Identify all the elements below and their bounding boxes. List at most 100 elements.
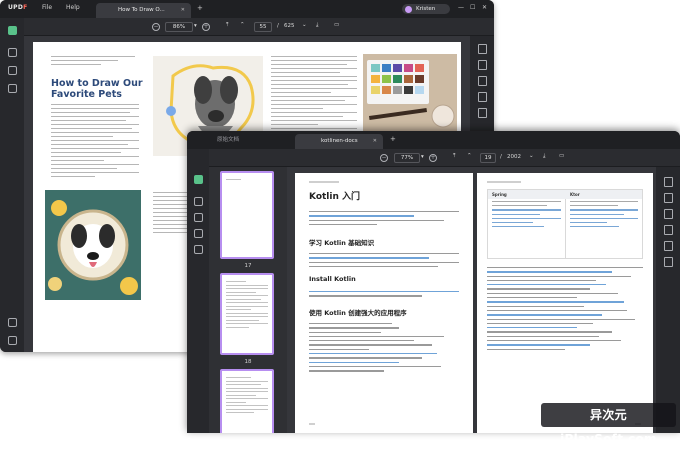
comment-icon[interactable] [194, 197, 203, 206]
search-icon[interactable] [478, 44, 487, 54]
left-sidebar [0, 18, 24, 352]
thumbnail-panel[interactable]: 17 18 19 [209, 167, 287, 433]
page-separator: / [500, 154, 502, 160]
thumbnail-number: 18 [244, 359, 252, 365]
paragraph [51, 56, 135, 68]
user-name: Kristen [416, 6, 436, 12]
presentation-icon[interactable]: ▭ [334, 22, 339, 28]
tab-document[interactable]: How To Draw O... ✕ [96, 3, 191, 18]
protect-icon[interactable] [478, 92, 487, 102]
zoom-in-button[interactable]: + [202, 23, 210, 31]
menu-help[interactable]: Help [66, 4, 80, 11]
embroidery-dog-image [45, 190, 141, 300]
reader-icon[interactable] [194, 175, 203, 184]
page-title: How to Draw Our Favorite Pets [51, 78, 143, 100]
paragraph [309, 291, 459, 300]
toolbar: − 77% ▾ + ⤒ ⌃ 19 / 2002 ⌄ ⤓ ▭ [187, 149, 680, 167]
numbered-list [309, 323, 459, 375]
export-icon[interactable] [478, 60, 487, 70]
comparison-table: Spring Ktor [487, 189, 643, 259]
reader-icon[interactable] [8, 26, 17, 35]
app-logo: UPDF [8, 4, 28, 11]
thumbnail-page-19[interactable] [220, 369, 274, 433]
zoom-out-button[interactable]: − [380, 154, 388, 162]
new-tab-button[interactable]: + [197, 4, 203, 12]
export-icon[interactable] [664, 193, 673, 203]
share-icon[interactable] [478, 108, 487, 118]
next-page-icon[interactable]: ⌄ [529, 153, 534, 159]
page-breadcrumb [487, 181, 521, 183]
paint-palette-image [363, 54, 457, 134]
right-sidebar [656, 167, 680, 433]
search-icon[interactable] [664, 177, 673, 187]
thumbnail-number: 17 [244, 263, 252, 269]
title-bar: UPDF File Help How To Draw O... ✕ + Kris… [0, 0, 494, 18]
share-icon[interactable] [664, 241, 673, 251]
last-page-icon[interactable]: ⤓ [543, 153, 545, 160]
ocr-icon[interactable] [194, 245, 203, 254]
next-page-icon[interactable]: ⌄ [302, 22, 307, 28]
tab-kotlin-docs[interactable]: kotlinen-docs ✕ [295, 134, 383, 149]
left-sidebar [187, 149, 209, 433]
heading-kotlin-basics: 学习 Kotlin 基础知识 [309, 239, 375, 247]
title-bar: 原始文档 kotlinen-docs ✕ + [187, 131, 680, 149]
zoom-out-button[interactable]: − [152, 23, 160, 31]
tab-original-document[interactable]: 原始文档 [217, 135, 239, 143]
page-organize-icon[interactable] [194, 229, 203, 238]
maximize-button[interactable]: ☐ [470, 4, 475, 11]
dog-portrait-icon [45, 190, 141, 300]
new-tab-button[interactable]: + [390, 135, 396, 143]
close-icon[interactable]: ✕ [181, 7, 185, 13]
print-icon[interactable] [478, 76, 487, 86]
edit-icon[interactable] [8, 66, 17, 75]
first-page-icon[interactable]: ⤒ [453, 153, 455, 160]
edit-icon[interactable] [194, 213, 203, 222]
tab-label: How To Draw O... [118, 7, 165, 13]
watermark: 异次元 iPlaySoft.com [541, 403, 676, 446]
chevron-down-icon[interactable]: ▾ [421, 154, 424, 160]
paragraph [309, 211, 459, 228]
prev-page-icon[interactable]: ⌃ [467, 153, 472, 159]
palette-icon [363, 54, 457, 134]
zoom-input[interactable]: 86% [165, 22, 193, 32]
bullet-list [309, 253, 459, 270]
heading-create-apps: 使用 Kotlin 创建强大的应用程序 [309, 309, 407, 317]
first-page-icon[interactable]: ⤒ [226, 22, 228, 29]
mail-icon[interactable] [664, 257, 673, 267]
minimize-button[interactable]: — [458, 4, 464, 11]
presentation-icon[interactable]: ▭ [559, 153, 564, 159]
layers-icon[interactable] [8, 318, 17, 327]
close-window-button[interactable]: ✕ [482, 4, 487, 11]
document-canvas[interactable]: Kotlin 入门 学习 Kotlin 基础知识 Install Kotlin … [287, 167, 656, 433]
page-organize-icon[interactable] [8, 84, 17, 93]
user-account[interactable]: Kristen [402, 4, 450, 14]
bookmark-icon[interactable] [8, 336, 17, 345]
page-footer [309, 423, 315, 425]
zoom-in-button[interactable]: + [429, 154, 437, 162]
thumbnail-page-17[interactable] [220, 171, 274, 259]
table-header-spring: Spring [488, 190, 566, 199]
zoom-input[interactable]: 77% [394, 153, 420, 163]
prev-page-icon[interactable]: ⌃ [240, 22, 245, 28]
comment-icon[interactable] [8, 48, 17, 57]
menu-file[interactable]: File [42, 4, 52, 11]
tab-label: kotlinen-docs [321, 138, 358, 144]
numbered-list [487, 267, 643, 353]
print-icon[interactable] [664, 209, 673, 219]
document-page-right: Spring Ktor [477, 173, 653, 433]
page-total: 625 [284, 23, 295, 29]
last-page-icon[interactable]: ⤓ [316, 22, 318, 29]
avatar [405, 6, 412, 13]
page-breadcrumb [309, 181, 339, 183]
close-icon[interactable]: ✕ [373, 138, 377, 144]
page-input[interactable]: 19 [480, 153, 496, 163]
toolbar: − 86% ▾ + ⤒ ⌃ 55 / 625 ⌄ ⤓ ▭ [0, 18, 494, 36]
protect-icon[interactable] [664, 225, 673, 235]
chevron-down-icon[interactable]: ▾ [194, 23, 197, 29]
table-cell [488, 199, 566, 258]
thumbnail-page-18[interactable] [220, 273, 274, 355]
heading-kotlin-intro: Kotlin 入门 [309, 192, 361, 202]
paragraph [51, 104, 139, 180]
page-input[interactable]: 55 [254, 22, 272, 32]
front-window: 原始文档 kotlinen-docs ✕ + − 77% ▾ + ⤒ ⌃ 19 … [187, 131, 680, 433]
